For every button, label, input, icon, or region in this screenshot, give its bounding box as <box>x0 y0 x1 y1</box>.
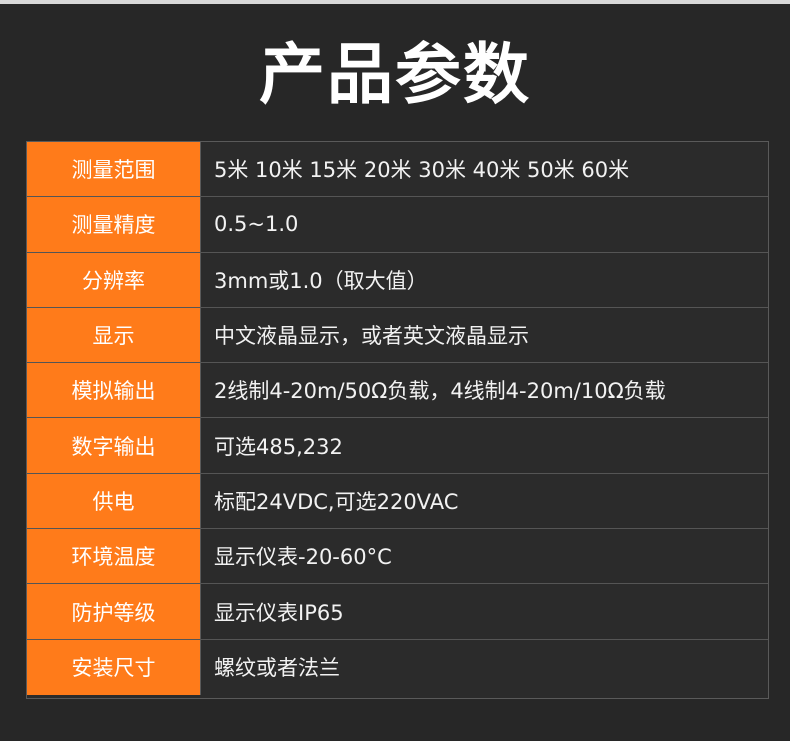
spec-label: 数字输出 <box>27 418 201 473</box>
spec-row-resolution: 分辨率 3mm或1.0（取大值） <box>27 252 768 308</box>
spec-row-display: 显示 中文液晶显示，或者英文液晶显示 <box>27 307 768 364</box>
spec-value: 3mm或1.0（取大值） <box>214 268 428 293</box>
spec-row-analog-output: 模拟输出 2线制4-20m/50Ω负载，4线制4-20m/10Ω负载 <box>27 363 768 419</box>
spec-value: 可选485,232 <box>214 434 343 459</box>
spec-row-ambient-temperature: 环境温度 显示仪表-20-60°C <box>27 529 768 585</box>
spec-value: 显示仪表IP65 <box>214 600 344 625</box>
spec-label: 防护等级 <box>27 584 201 639</box>
top-border <box>0 0 790 4</box>
spec-label: 测量范围 <box>27 142 201 197</box>
spec-row-installation-size: 安装尺寸 螺纹或者法兰 <box>27 639 768 695</box>
spec-row-accuracy: 测量精度 0.5~1.0 <box>27 197 768 253</box>
spec-value: 显示仪表-20-60°C <box>214 545 392 570</box>
spec-label: 显示 <box>27 307 201 363</box>
spec-row-power-supply: 供电 标配24VDC,可选220VAC <box>27 473 768 530</box>
spec-row-protection-rating: 防护等级 显示仪表IP65 <box>27 584 768 640</box>
spec-label: 供电 <box>27 473 201 529</box>
spec-label: 模拟输出 <box>27 363 201 418</box>
spec-row-measurement-range: 测量范围 5米 10米 15米 20米 30米 40米 50米 60米 <box>27 142 768 198</box>
spec-value: 中文液晶显示，或者英文液晶显示 <box>214 324 529 349</box>
spec-table: 测量范围 5米 10米 15米 20米 30米 40米 50米 60米 测量精度… <box>26 141 769 699</box>
spec-value: 螺纹或者法兰 <box>214 656 340 681</box>
spec-value: 5米 10米 15米 20米 30米 40米 50米 60米 <box>214 158 630 183</box>
spec-label: 环境温度 <box>27 529 201 584</box>
spec-label: 测量精度 <box>27 197 201 252</box>
spec-value: 标配24VDC,可选220VAC <box>214 489 459 514</box>
spec-value: 0.5~1.0 <box>214 212 299 237</box>
spec-label: 分辨率 <box>27 252 201 307</box>
spec-label: 安装尺寸 <box>27 639 201 695</box>
page-title: 产品参数 <box>259 36 531 113</box>
spec-value: 2线制4-20m/50Ω负载，4线制4-20m/10Ω负载 <box>214 379 666 404</box>
spec-row-digital-output: 数字输出 可选485,232 <box>27 418 768 474</box>
